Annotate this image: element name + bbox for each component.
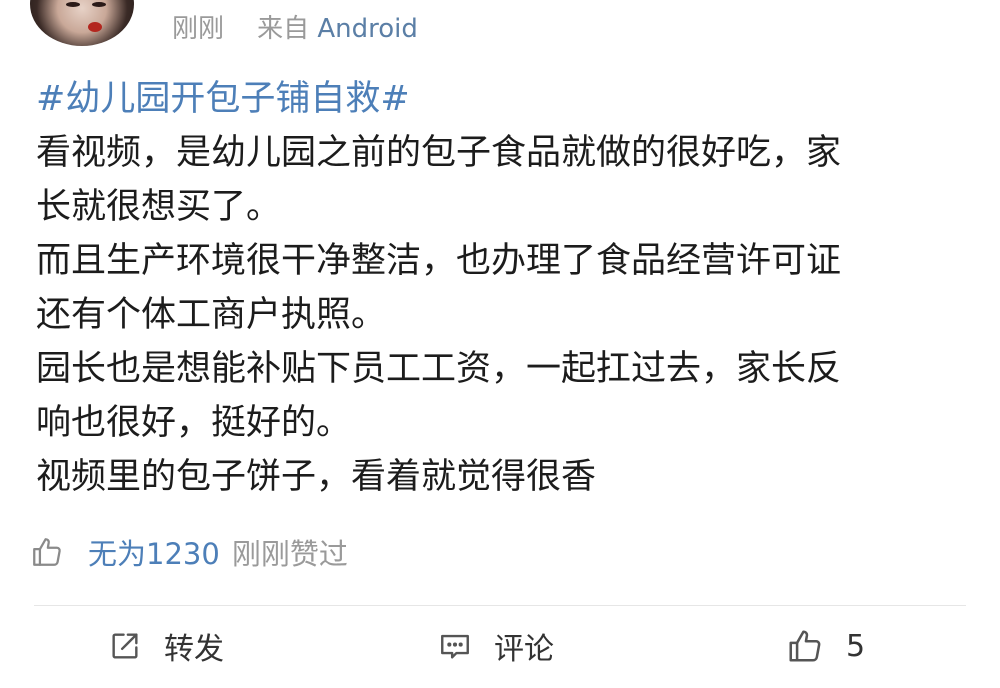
repost-icon	[112, 633, 138, 659]
post-time: 刚刚	[172, 14, 225, 44]
like-count: 5	[846, 628, 866, 664]
divider	[34, 605, 966, 606]
post-line: 响也很好，挺好的。	[36, 403, 352, 443]
post-line: 视频里的包子饼子，看着就觉得很香	[36, 457, 597, 497]
thumbs-up-icon	[33, 538, 61, 566]
post-line: 还有个体工商户执照。	[36, 295, 387, 335]
post-line: 长就很想买了。	[36, 187, 282, 227]
post-line: 而且生产环境很干净整洁，也办理了食品经营许可证	[36, 241, 842, 281]
source-prefix: 来自	[257, 14, 310, 44]
post-body: #幼儿园开包子铺自救# 看视频，是幼儿园之前的包子食品就做的很好吃，家 长就很想…	[36, 72, 956, 504]
repost-label: 转发	[164, 632, 224, 667]
avatar-eye-left	[66, 2, 80, 7]
post-line: 看视频，是幼儿园之前的包子食品就做的很好吃，家	[36, 133, 842, 173]
liked-by-row: 无为1230 刚刚赞过	[30, 528, 348, 576]
comment-icon	[441, 634, 469, 659]
post-meta: 刚刚 来自 Android	[172, 12, 418, 46]
avatar-lip	[88, 22, 102, 32]
like-button[interactable]: 5	[786, 620, 865, 672]
source-name[interactable]: Android	[317, 14, 418, 44]
liked-text: 刚刚赞过	[231, 537, 348, 571]
topic-hashtag[interactable]: #幼儿园开包子铺自救#	[36, 72, 956, 126]
comment-label: 评论	[494, 632, 554, 667]
action-bar: 转发 评论 5	[0, 620, 1000, 672]
post-line: 园长也是想能补贴下员工工资，一起扛过去，家长反	[36, 349, 842, 389]
repost-button[interactable]: 转发	[108, 620, 224, 672]
comment-button[interactable]: 评论	[438, 620, 554, 672]
avatar-eye-right	[92, 2, 106, 7]
avatar[interactable]	[30, 0, 134, 46]
liker-name[interactable]: 无为1230	[88, 531, 220, 573]
thumbs-up-icon	[789, 630, 821, 662]
